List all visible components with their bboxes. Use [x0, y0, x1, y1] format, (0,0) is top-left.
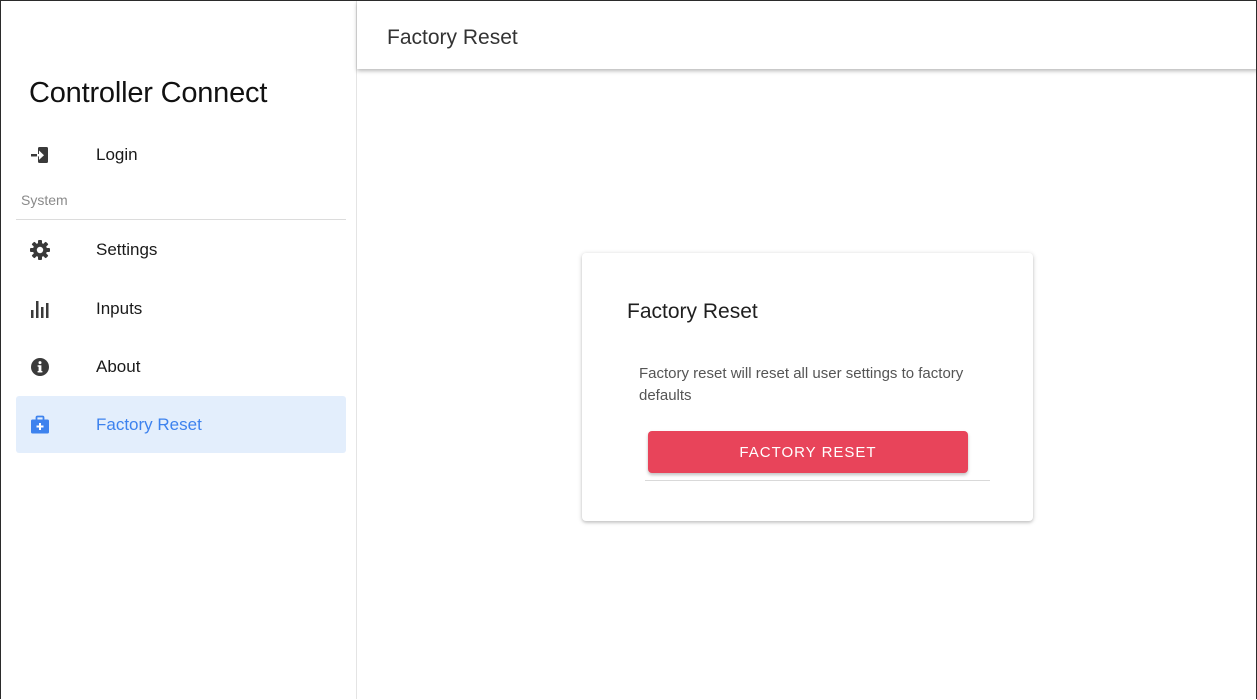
sidebar-item-label: Settings: [96, 239, 158, 259]
section-label-system: System: [21, 192, 68, 208]
main-content: Factory Reset Factory reset will reset a…: [357, 69, 1256, 699]
login-icon: [29, 144, 51, 166]
factory-reset-button[interactable]: FACTORY RESET: [648, 431, 968, 473]
sidebar-item-label: Login: [96, 144, 138, 164]
card-title: Factory Reset: [627, 300, 758, 323]
sidebar-item-inputs[interactable]: Inputs: [16, 280, 346, 337]
app-window: Controller Connect Login System Settings…: [0, 0, 1257, 699]
page-title: Factory Reset: [387, 26, 518, 49]
divider: [645, 480, 990, 481]
sidebar-item-label: Factory Reset: [96, 414, 202, 434]
top-app-bar: Factory Reset: [357, 1, 1256, 69]
sidebar-item-factory-reset[interactable]: Factory Reset: [16, 396, 346, 453]
gear-icon: [29, 239, 51, 261]
card-description: Factory reset will reset all user settin…: [639, 365, 964, 404]
sidebar-item-settings[interactable]: Settings: [16, 221, 346, 278]
info-icon: [29, 356, 51, 378]
sidebar: Controller Connect Login System Settings…: [1, 1, 357, 699]
factory-reset-card: Factory Reset Factory reset will reset a…: [582, 253, 1033, 521]
sidebar-item-label: Inputs: [96, 298, 143, 318]
sidebar-item-about[interactable]: About: [16, 338, 346, 395]
bar-chart-icon: [29, 298, 51, 320]
divider: [16, 219, 346, 220]
sidebar-item-login[interactable]: Login: [16, 126, 346, 183]
sidebar-item-label: About: [96, 356, 141, 376]
app-title: Controller Connect: [29, 77, 268, 109]
medical-kit-icon: [29, 414, 51, 436]
